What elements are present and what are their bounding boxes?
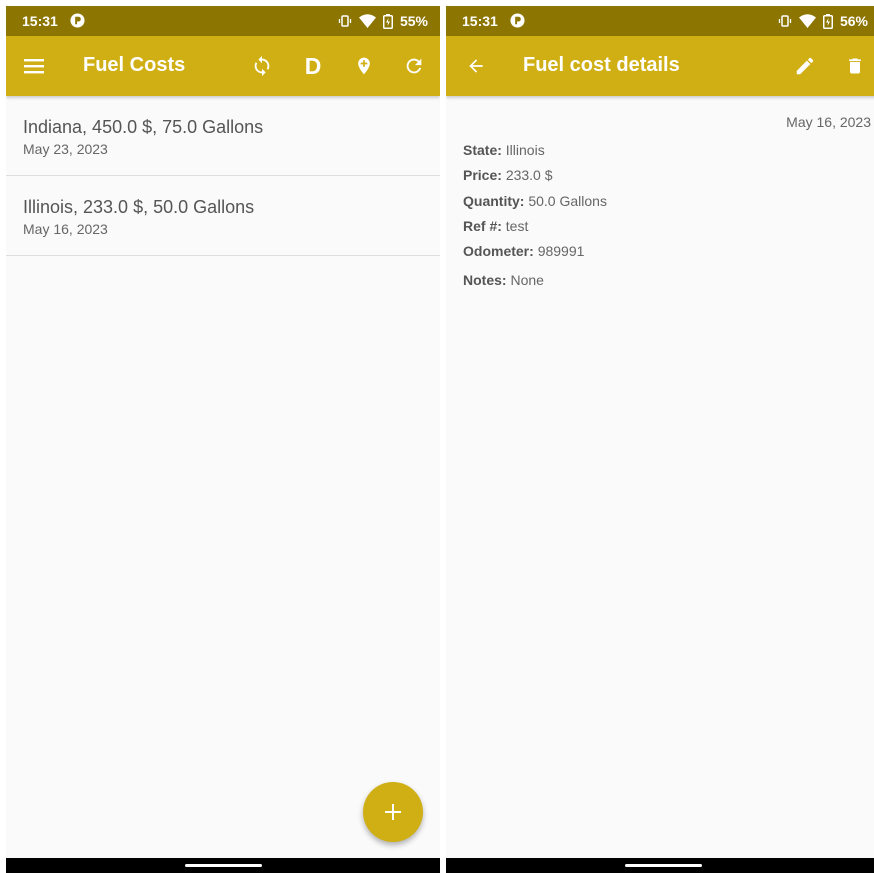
detail-value: Illinois bbox=[505, 142, 545, 158]
navigation-bar bbox=[446, 858, 874, 873]
fuel-entry-date: May 23, 2023 bbox=[23, 141, 108, 157]
edit-icon[interactable] bbox=[793, 54, 817, 78]
app-notification-icon bbox=[510, 13, 525, 28]
battery-percentage: 55% bbox=[399, 13, 428, 29]
battery-icon bbox=[822, 13, 833, 29]
vibrate-icon bbox=[778, 15, 792, 27]
detail-ref: Ref #: test bbox=[463, 218, 528, 234]
app-bar: Fuel cost details bbox=[446, 36, 874, 96]
detail-odometer: Odometer: 989991 bbox=[463, 243, 584, 259]
detail-value: 50.0 Gallons bbox=[528, 193, 607, 209]
detail-value: test bbox=[505, 218, 529, 234]
app-bar: Fuel Costs D bbox=[6, 36, 440, 96]
back-arrow-icon[interactable] bbox=[464, 54, 488, 78]
status-bar: 15:31 56% bbox=[446, 6, 874, 36]
home-gesture-handle[interactable] bbox=[625, 864, 702, 867]
detail-value: 989991 bbox=[537, 243, 585, 259]
detail-label: Notes: bbox=[463, 272, 507, 288]
vibrate-icon bbox=[338, 15, 352, 27]
detail-value: 233.0 $ bbox=[505, 167, 553, 183]
detail-quantity: Quantity: 50.0 Gallons bbox=[463, 193, 607, 209]
status-bar: 15:31 55% bbox=[6, 6, 440, 36]
d-letter-icon[interactable]: D bbox=[301, 54, 325, 78]
navigation-bar bbox=[6, 858, 440, 873]
detail-label: Quantity: bbox=[463, 193, 525, 209]
detail-label: Odometer: bbox=[463, 243, 534, 259]
wifi-icon bbox=[798, 14, 816, 28]
page-title: Fuel cost details bbox=[523, 54, 680, 76]
sync-icon[interactable] bbox=[250, 54, 274, 78]
detail-label: State: bbox=[463, 142, 502, 158]
refresh-icon[interactable] bbox=[402, 54, 426, 78]
page-title: Fuel Costs bbox=[83, 54, 186, 76]
detail-state: State: Illinois bbox=[463, 142, 545, 158]
battery-percentage: 56% bbox=[839, 13, 868, 29]
detail-notes: Notes: None bbox=[463, 272, 544, 288]
detail-price: Price: 233.0 $ bbox=[463, 167, 553, 183]
delete-icon[interactable] bbox=[843, 54, 867, 78]
add-fuel-cost-button[interactable] bbox=[363, 782, 423, 842]
fuel-costs-screen: 15:31 55% Fuel Costs D Indiana, 450.0 $,… bbox=[6, 6, 440, 873]
fuel-entry-title: Indiana, 450.0 $, 75.0 Gallons bbox=[23, 117, 264, 137]
wifi-icon bbox=[358, 14, 376, 28]
fuel-entry-date: May 16, 2023 bbox=[23, 221, 108, 237]
menu-icon[interactable] bbox=[23, 54, 47, 78]
list-item[interactable]: Illinois, 233.0 $, 50.0 Gallons May 16, … bbox=[6, 176, 440, 256]
add-location-icon[interactable] bbox=[352, 54, 376, 78]
battery-icon bbox=[382, 13, 393, 29]
fuel-entry-title: Illinois, 233.0 $, 50.0 Gallons bbox=[23, 197, 255, 217]
fuel-cost-details-screen: 15:31 56% Fuel cost details May 16, 2023… bbox=[446, 6, 874, 873]
detail-label: Price: bbox=[463, 167, 502, 183]
detail-date: May 16, 2023 bbox=[786, 114, 871, 130]
detail-value: None bbox=[510, 272, 544, 288]
detail-label: Ref #: bbox=[463, 218, 502, 234]
app-notification-icon bbox=[70, 13, 85, 28]
home-gesture-handle[interactable] bbox=[185, 864, 262, 867]
add-icon bbox=[385, 804, 401, 820]
list-item[interactable]: Indiana, 450.0 $, 75.0 Gallons May 23, 2… bbox=[6, 96, 440, 176]
status-time: 15:31 bbox=[22, 13, 58, 29]
status-time: 15:31 bbox=[462, 13, 498, 29]
